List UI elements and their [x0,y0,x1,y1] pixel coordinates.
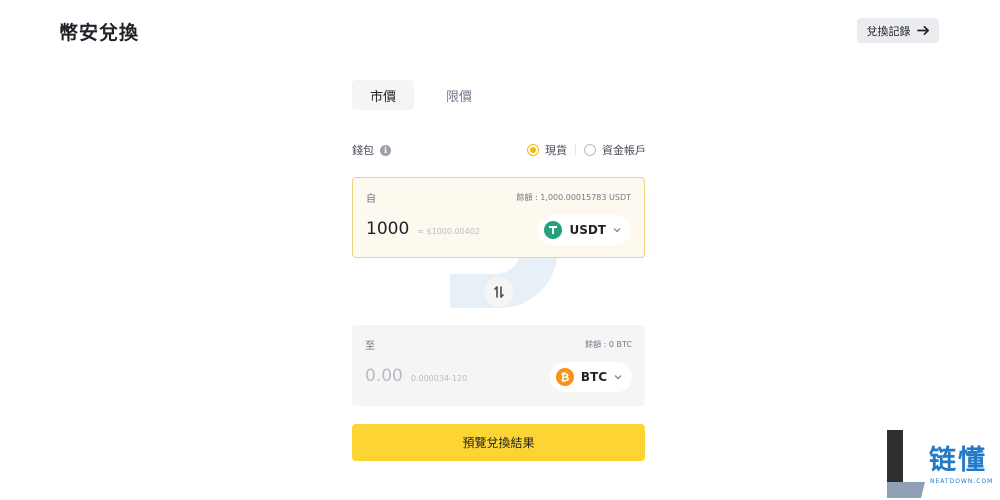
wallet-row: 錢包 i 現貨 資金帳戶 [352,140,646,160]
from-label: 自 [366,194,376,205]
from-amount-usd: ≈ $1000.00402 [417,227,480,236]
wallet-option-spot[interactable]: 現貨 [527,142,567,158]
brand-name: 链懂 [929,445,987,476]
history-label: 兌換記錄 [866,24,911,38]
page-title: 幣安兌換 [59,22,140,44]
swap-button[interactable] [484,277,514,307]
to-coin-select[interactable]: ₿ BTC [549,362,632,392]
from-amount-value: 1000 [366,219,410,239]
to-label: 至 [365,341,375,352]
tab-market[interactable]: 市價 [352,80,415,110]
to-balance: 餘額 : 0 BTC [585,340,632,349]
arrow-right-icon [916,25,929,36]
wallet-option-funding-label: 資金帳戶 [602,144,646,157]
order-type-tabs: 市價 限價 [352,80,490,110]
from-coin-select[interactable]: USDT [538,215,631,245]
info-icon[interactable]: i [380,144,391,156]
to-amount-value: 0.00 [365,366,403,386]
to-amount-input[interactable]: 0.00 0.000034-120 [365,366,467,386]
from-balance: 餘額 : 1,000.00015783 USDT [516,193,631,202]
from-amount-input[interactable]: 1000 ≈ $1000.00402 [366,219,480,239]
wallet-option-funding[interactable]: 資金帳戶 [584,142,646,158]
radio-checked-icon [527,144,539,156]
swap-arrows-icon [494,286,504,298]
divider [575,144,576,156]
chevron-down-icon [613,228,621,233]
history-button[interactable]: 兌換記錄 [857,18,939,43]
brand-url: NEATDOWN.COM [930,478,994,485]
to-amount-range: 0.000034-120 [410,374,468,383]
tab-limit[interactable]: 限價 [428,80,490,110]
from-coin-name: USDT [569,223,606,237]
radio-unchecked-icon [584,144,596,156]
to-coin-name: BTC [580,370,607,384]
wallet-option-spot-label: 現貨 [545,144,567,157]
preview-convert-button[interactable]: 預覽兌換結果 [352,424,645,461]
to-card: 至 餘額 : 0 BTC 0.00 0.000034-120 ₿ BTC [352,325,645,406]
chevron-down-icon [614,375,622,380]
btc-icon: ₿ [555,368,574,386]
usdt-icon [544,221,563,239]
wallet-label: 錢包 [352,144,374,157]
from-card: 自 餘額 : 1,000.00015783 USDT 1000 ≈ $1000.… [352,177,645,258]
